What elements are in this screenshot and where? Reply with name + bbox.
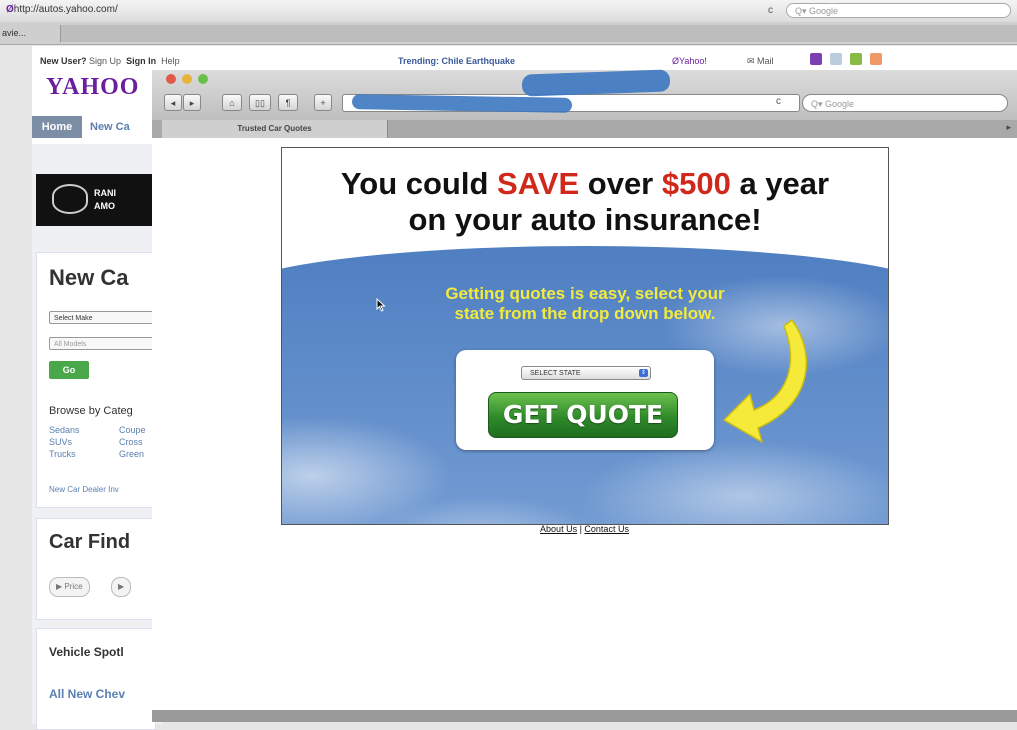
ranking-text-2: AMO <box>94 201 115 211</box>
spotlight-link[interactable]: All New Chev <box>49 687 125 701</box>
tab-overflow-icon[interactable]: ▸ <box>1006 122 1011 133</box>
select-state-dropdown[interactable]: SELECT STATE ⇕ <box>521 366 651 380</box>
yellow-arrow-icon <box>723 319 808 443</box>
all-models-dropdown[interactable]: All Models <box>49 337 159 350</box>
zoom-window-icon[interactable] <box>198 74 208 84</box>
calendar-icon[interactable] <box>830 53 842 65</box>
yahoo-logo[interactable]: YAHOO <box>46 74 139 101</box>
popup-tab-bar: Trusted Car Quotes ▸ <box>152 120 1017 139</box>
reload-icon[interactable]: c <box>776 96 781 107</box>
category-sedans[interactable]: Sedans <box>49 425 80 435</box>
trending-link[interactable]: Trending: Chile Earthquake <box>398 56 515 66</box>
yahoo-left-column: RANI AMO New Ca Select Make All Models G… <box>32 144 162 730</box>
puzzle-icon[interactable] <box>850 53 862 65</box>
select-state-label: SELECT STATE <box>530 370 581 377</box>
sign-up-link[interactable]: Sign Up <box>89 56 121 66</box>
background-tab-bar: avie... <box>0 22 1017 45</box>
new-cars-title: New Ca <box>49 265 129 290</box>
forward-icon[interactable]: ▸ <box>183 94 201 111</box>
nav-new-cars-tab[interactable]: New Ca <box>90 116 130 138</box>
reader-icon[interactable]: ¶ <box>278 94 298 111</box>
popup-browser-window: ◂ ▸ ⌂ ▯▯ ¶ + c Q▾ Google Trusted Car Quo… <box>152 69 1017 722</box>
sign-in-link[interactable]: Sign In <box>126 56 156 66</box>
extension-icon[interactable] <box>870 53 882 65</box>
car-finder-card: Car Find ▶ Price ▶ <box>36 518 156 620</box>
close-window-icon[interactable] <box>166 74 176 84</box>
yahoo-top-bar: New User? Sign Up Sign In Help Trending:… <box>32 50 1017 72</box>
footer-links: About Us | Contact Us <box>152 524 1017 534</box>
ranking-banner[interactable]: RANI AMO <box>36 174 154 226</box>
background-tab-active[interactable] <box>60 25 1017 42</box>
filter-pill-2[interactable]: ▶ <box>111 577 132 597</box>
contact-us-link[interactable]: Contact Us <box>584 524 629 534</box>
help-link[interactable]: Help <box>161 56 180 66</box>
add-bookmark-icon[interactable]: + <box>314 94 332 111</box>
car-finder-title: Car Find <box>49 531 131 553</box>
select-make-dropdown[interactable]: Select Make <box>49 311 159 324</box>
category-crossovers[interactable]: Cross <box>119 437 143 447</box>
toolbar-icons <box>810 53 890 67</box>
popup-search-field[interactable]: Q▾ Google <box>802 94 1008 112</box>
nav-home-tab[interactable]: Home <box>32 116 82 138</box>
category-coupes[interactable]: Coupe <box>119 425 146 435</box>
about-us-link[interactable]: About Us <box>540 524 577 534</box>
background-reload-icon[interactable]: c <box>768 5 773 16</box>
yahoo-nav: Home New Ca <box>32 114 162 138</box>
yahoo-favicon-icon: Ø <box>6 4 14 15</box>
browse-by-category-title: Browse by Categ <box>49 405 133 417</box>
insurance-ad-banner[interactable]: You could SAVE over $500 a year on your … <box>281 147 889 525</box>
go-button[interactable]: Go <box>49 361 89 379</box>
headline-amount: $500 <box>661 166 731 201</box>
messenger-icon[interactable] <box>810 53 822 65</box>
quote-form-box: SELECT STATE ⇕ GET QUOTE <box>456 350 714 450</box>
tab-trusted-car-quotes[interactable]: Trusted Car Quotes <box>162 120 388 138</box>
vehicle-spotlight-card: Vehicle Spotl All New Chev <box>36 628 156 730</box>
dropdown-arrows-icon: ⇕ <box>639 369 648 377</box>
headline-line-2: on your auto insurance! <box>408 202 762 237</box>
dealer-inventory-link[interactable]: New Car Dealer Inv <box>49 485 119 494</box>
new-cars-card: New Ca Select Make All Models Go Browse … <box>36 252 159 508</box>
yahoo-home-link[interactable]: ØYahoo! <box>672 56 707 66</box>
bookmarks-icon[interactable]: ▯▯ <box>249 94 271 111</box>
ranking-text-1: RANI <box>94 188 116 198</box>
popup-status-bar <box>152 710 1017 722</box>
category-green[interactable]: Green <box>119 449 144 459</box>
new-user-label: New User? <box>40 56 87 66</box>
category-suvs[interactable]: SUVs <box>49 437 72 447</box>
ad-headline: You could SAVE over $500 a year on your … <box>340 166 830 237</box>
price-filter-pill[interactable]: ▶ Price <box>49 577 90 597</box>
background-browser-toolbar: Øhttp://autos.yahoo.com/ c Q▾ Google <box>0 0 1017 23</box>
redaction-mark <box>521 69 671 97</box>
account-links: New User? Sign Up Sign In Help <box>40 56 180 66</box>
get-quote-button[interactable]: GET QUOTE <box>488 392 678 438</box>
minimize-window-icon[interactable] <box>182 74 192 84</box>
mouse-cursor-icon <box>376 298 386 312</box>
home-icon[interactable]: ⌂ <box>222 94 242 111</box>
background-url-field[interactable]: Øhttp://autos.yahoo.com/ <box>6 4 118 15</box>
background-url-text: http://autos.yahoo.com/ <box>13 4 118 15</box>
award-badge-icon <box>52 184 88 214</box>
back-icon[interactable]: ◂ <box>164 94 182 111</box>
background-tab[interactable]: avie... <box>0 25 60 41</box>
background-search-field[interactable]: Q▾ Google <box>786 3 1011 18</box>
category-trucks[interactable]: Trucks <box>49 449 76 459</box>
popup-content: You could SAVE over $500 a year on your … <box>152 138 1017 712</box>
vehicle-spotlight-title: Vehicle Spotl <box>49 645 124 659</box>
headline-save: SAVE <box>497 166 580 201</box>
mail-link[interactable]: ✉ Mail <box>747 56 774 67</box>
popup-toolbar: ◂ ▸ ⌂ ▯▯ ¶ + c Q▾ Google <box>152 69 1017 121</box>
